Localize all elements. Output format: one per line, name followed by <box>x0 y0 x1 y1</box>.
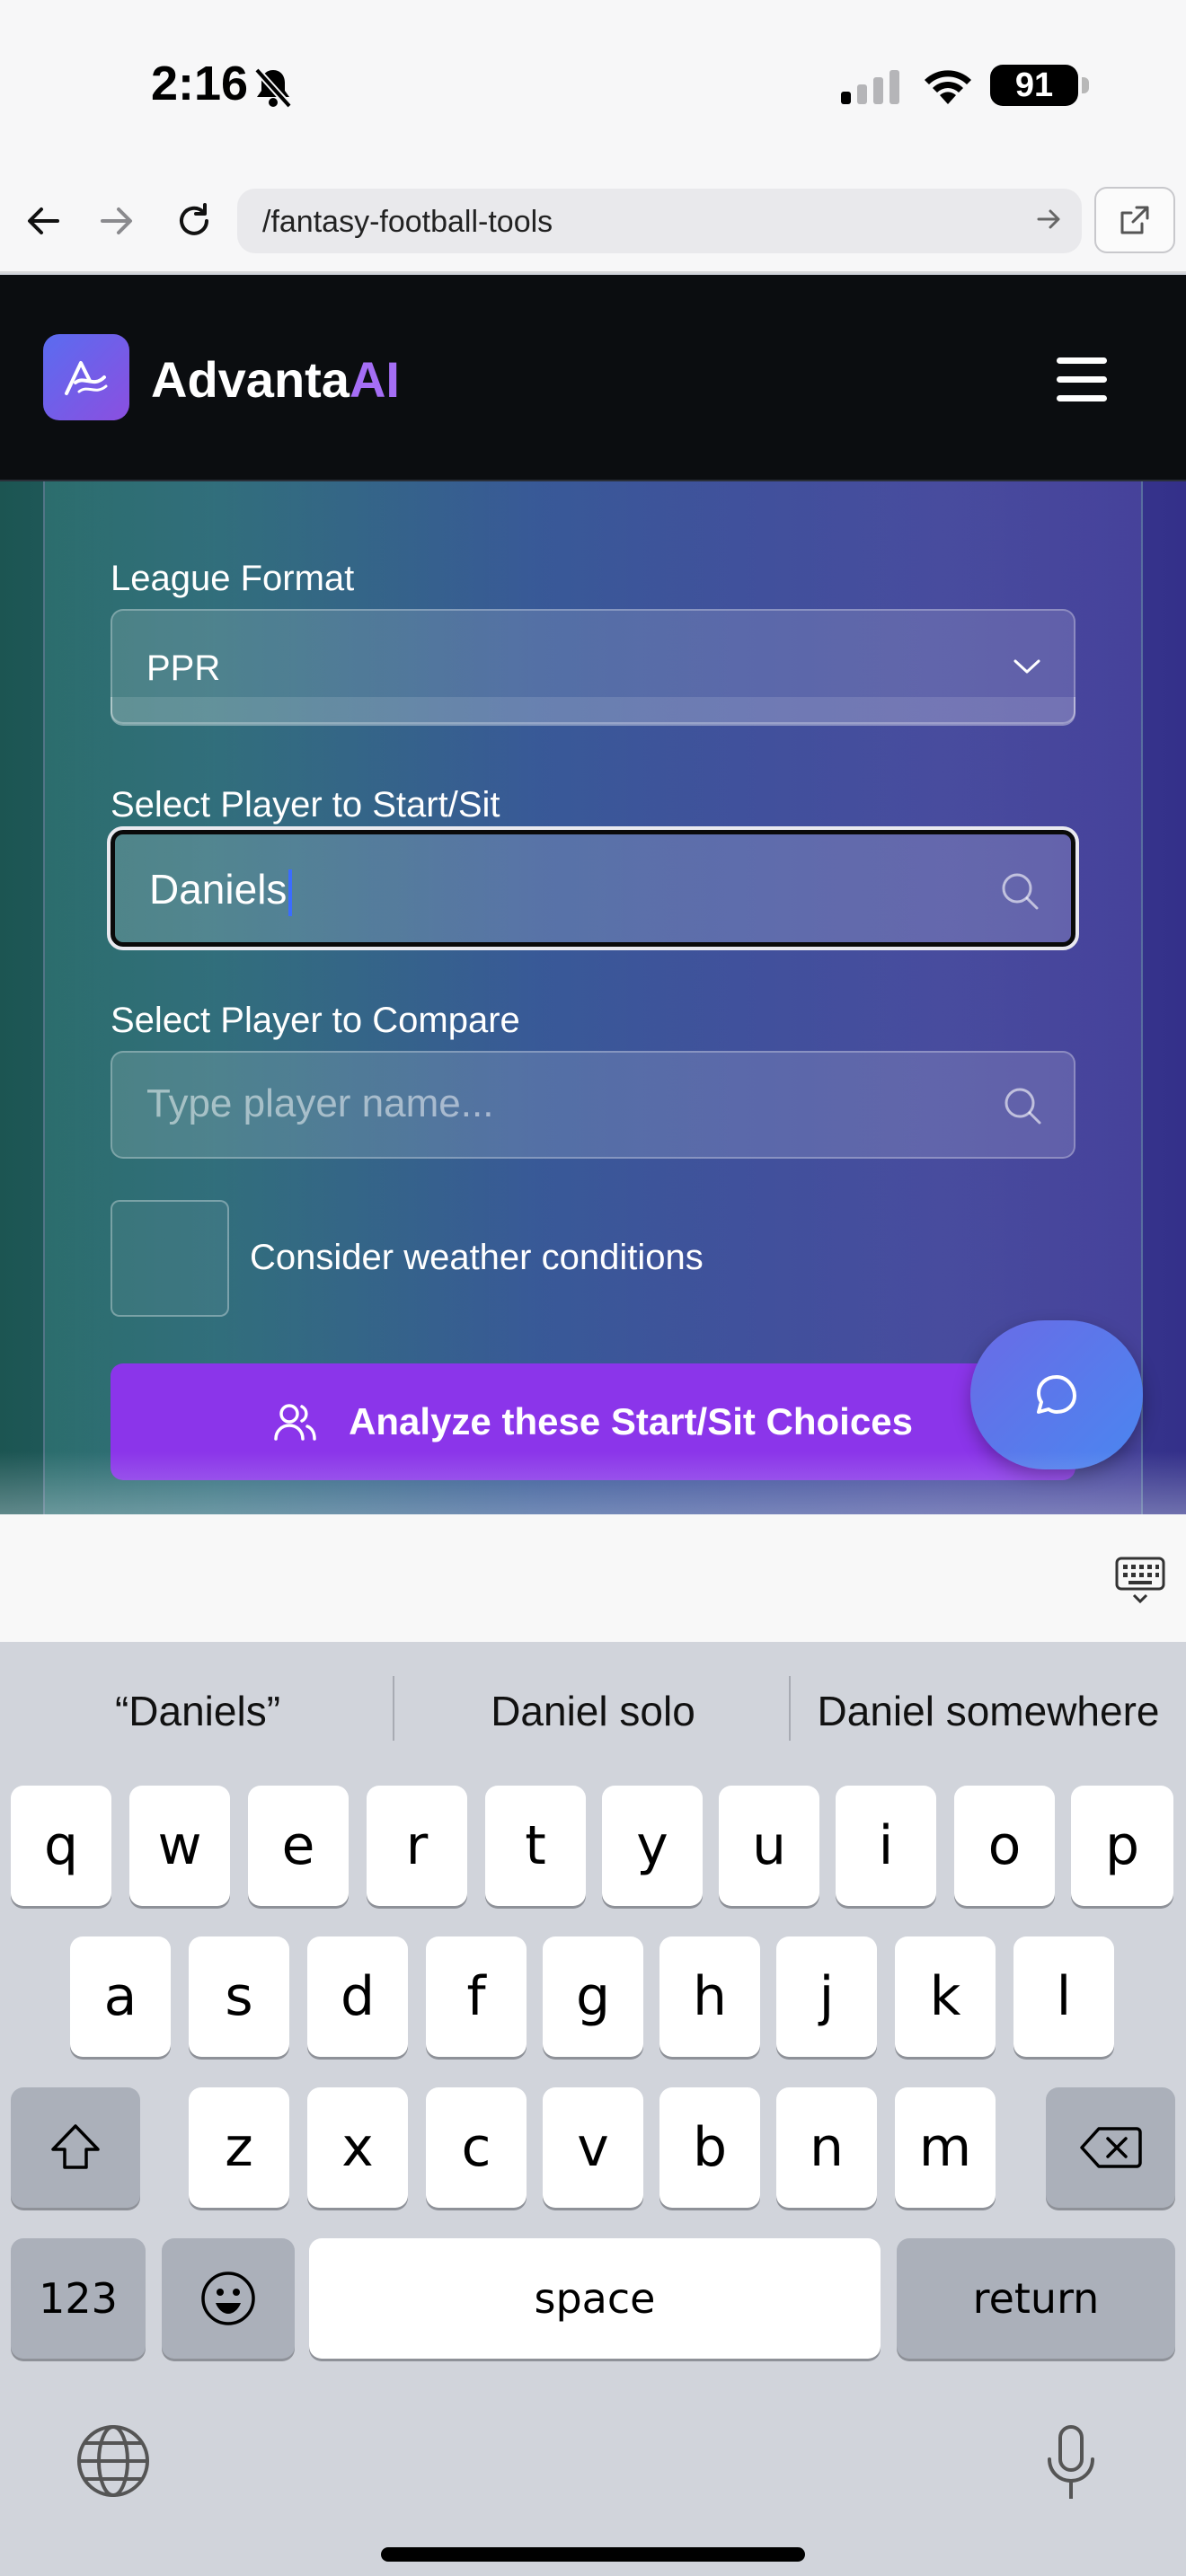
key-d[interactable]: d <box>307 1936 408 2057</box>
text-caret <box>288 869 293 916</box>
key-j[interactable]: j <box>776 1936 877 2057</box>
key-r[interactable]: r <box>367 1786 467 1906</box>
key-w[interactable]: w <box>129 1786 230 1906</box>
address-bar[interactable]: /fantasy-football-tools <box>237 189 1082 253</box>
users-icon <box>274 1404 316 1441</box>
chevron-down-icon <box>1013 659 1040 674</box>
key-k[interactable]: k <box>895 1936 996 2057</box>
logo-mark-icon <box>65 361 108 395</box>
compare-label: Select Player to Compare <box>111 1001 520 1040</box>
key-b[interactable]: b <box>659 2087 760 2208</box>
key-a[interactable]: a <box>70 1936 171 2057</box>
space-key[interactable]: space <box>309 2238 881 2359</box>
key-m[interactable]: m <box>895 2087 996 2208</box>
search-icon <box>1005 1088 1041 1125</box>
status-time: 2:16 <box>151 57 249 110</box>
key-x[interactable]: x <box>307 2087 408 2208</box>
reload-button[interactable] <box>167 194 221 248</box>
suggestion-2[interactable]: Daniel solo <box>413 1687 773 1735</box>
go-arrow-icon[interactable] <box>1035 205 1064 234</box>
chat-fab-button[interactable] <box>970 1320 1143 1469</box>
start-sit-value-wrap: Daniels <box>149 865 293 916</box>
cellular-signal-icon <box>841 70 899 104</box>
key-q[interactable]: q <box>11 1786 111 1906</box>
brand-main: Advanta <box>151 351 350 408</box>
league-format-label: League Format <box>111 559 355 598</box>
analyze-button-label: Analyze these Start/Sit Choices <box>349 1400 913 1442</box>
site-header: AdvantaAI <box>0 275 1186 481</box>
key-v[interactable]: v <box>543 2087 643 2208</box>
key-p[interactable]: p <box>1071 1786 1173 1906</box>
key-g[interactable]: g <box>543 1936 643 2057</box>
reload-icon <box>180 203 208 235</box>
weather-checkbox-label[interactable]: Consider weather conditions <box>250 1238 704 1278</box>
backspace-icon <box>1080 2127 1142 2168</box>
league-format-value: PPR <box>146 648 221 688</box>
start-sit-value: Daniels <box>149 866 288 913</box>
weather-checkbox[interactable] <box>111 1200 229 1317</box>
hamburger-menu-button[interactable] <box>1057 357 1107 402</box>
key-h[interactable]: h <box>659 1936 760 2057</box>
numbers-key[interactable]: 123 <box>11 2238 146 2359</box>
brand-name[interactable]: AdvantaAI <box>151 350 400 409</box>
software-keyboard: “Daniels” Daniel solo Daniel somewhere q… <box>0 1642 1186 2576</box>
key-f[interactable]: f <box>426 1936 527 2057</box>
advanta-logo[interactable] <box>43 334 129 420</box>
browser-toolbar: /fantasy-football-tools <box>0 171 1186 273</box>
suggestion-1[interactable]: “Daniels” <box>36 1687 359 1735</box>
compare-placeholder: Type player name... <box>146 1081 494 1125</box>
page-bottom-fade <box>0 1451 1186 1514</box>
emoji-smile-icon <box>201 2272 255 2325</box>
key-t[interactable]: t <box>485 1786 586 1906</box>
return-key[interactable]: return <box>897 2238 1175 2359</box>
compare-player-input[interactable]: Type player name... <box>111 1051 1075 1159</box>
open-external-button[interactable] <box>1094 187 1175 253</box>
key-i[interactable]: i <box>836 1786 936 1906</box>
key-c[interactable]: c <box>426 2087 527 2208</box>
key-e[interactable]: e <box>248 1786 349 1906</box>
emoji-key[interactable] <box>162 2238 295 2359</box>
arrow-right-icon <box>101 207 132 234</box>
delete-key[interactable] <box>1046 2087 1175 2208</box>
shift-key[interactable] <box>11 2087 140 2208</box>
battery-tip <box>1082 77 1089 93</box>
league-format-select[interactable]: PPR <box>111 609 1075 726</box>
wifi-icon <box>925 70 971 104</box>
url-text: /fantasy-football-tools <box>262 205 553 239</box>
keyboard-accessory-bar <box>0 1514 1186 1642</box>
key-y[interactable]: y <box>602 1786 703 1906</box>
key-u[interactable]: u <box>719 1786 819 1906</box>
suggestion-3[interactable]: Daniel somewhere <box>794 1687 1182 1735</box>
battery-indicator: 91 <box>990 65 1078 106</box>
shift-arrow-icon <box>51 2124 100 2169</box>
start-sit-player-input[interactable]: Daniels <box>107 826 1079 950</box>
start-sit-label: Select Player to Start/Sit <box>111 785 500 825</box>
bell-muted-icon <box>254 67 292 108</box>
key-o[interactable]: o <box>954 1786 1055 1906</box>
key-l[interactable]: l <box>1013 1936 1114 2057</box>
home-indicator <box>381 2547 805 2562</box>
key-z[interactable]: z <box>189 2087 289 2208</box>
arrow-left-icon <box>28 207 59 234</box>
suggestion-divider <box>789 1676 791 1741</box>
chat-bubble-icon <box>1037 1375 1076 1414</box>
search-icon <box>1002 873 1039 910</box>
external-link-icon <box>1120 206 1149 234</box>
keyboard-dismiss-icon[interactable] <box>1114 1556 1166 1604</box>
suggestion-divider <box>393 1676 394 1741</box>
key-s[interactable]: s <box>189 1936 289 2057</box>
brand-accent: AI <box>349 351 400 408</box>
microphone-icon[interactable] <box>1042 2423 1100 2504</box>
forward-button[interactable] <box>90 194 144 248</box>
status-bar: 2:16 91 <box>0 0 1186 171</box>
web-page: AdvantaAI League Format PPR Select Playe… <box>0 275 1186 1514</box>
back-button[interactable] <box>16 194 70 248</box>
globe-icon[interactable] <box>75 2423 151 2499</box>
key-n[interactable]: n <box>776 2087 877 2208</box>
